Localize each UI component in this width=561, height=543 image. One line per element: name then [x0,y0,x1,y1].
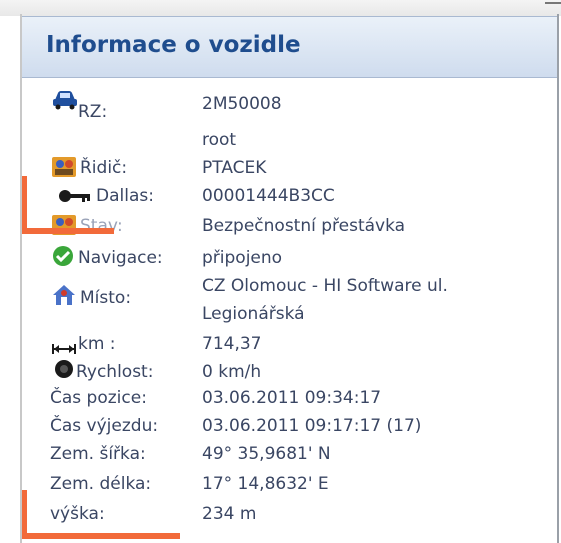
location-icon [52,284,76,310]
zem-sirka-label: Zem. šířka: [50,444,146,464]
top-strip [0,0,561,16]
rychlost-label: Rychlost: [76,362,154,382]
status-icon [52,215,76,239]
rychlost-value: 0 km/h [202,362,262,382]
panel-right-border [557,14,559,543]
window-edge [545,2,561,12]
cas-vyjezdu-label: Čas výjezdu: [50,416,159,436]
zem-sirka-value: 49° 35,9681' N [202,444,331,464]
annotation-mark-vertical-upper [22,176,27,232]
zem-delka-value: 17° 14,8632' E [202,474,329,494]
panel-header: Informace o vozidle [22,16,557,78]
misto-value-line1: CZ Olomouc - HI Software ul. [202,276,448,296]
user-value: root [202,130,237,150]
zem-delka-label: Zem. délka: [50,474,152,494]
navigace-value: připojeno [202,248,283,268]
misto-label: Místo: [80,288,132,308]
car-icon [52,90,78,114]
navigace-label: Navigace: [78,248,163,268]
ridic-value: PTACEK [202,158,267,178]
vyska-label: výška: [50,504,105,524]
distance-icon [52,339,76,358]
key-icon [58,188,92,207]
panel-left-border [20,14,22,543]
panel-title: Informace o vozidle [46,32,301,58]
cas-pozice-label: Čas pozice: [50,388,147,408]
check-icon [52,245,74,271]
ridic-label: Řidič: [80,158,128,178]
cas-pozice-value: 03.06.2011 09:34:17 [202,388,382,408]
km-label: km : [78,334,116,354]
annotation-mark-horizontal-upper [22,228,114,234]
annotation-mark-vertical-lower [22,490,27,538]
driver-icon [52,157,76,181]
rz-value: 2M50008 [202,94,282,114]
cas-vyjezdu-value: 03.06.2011 09:17:17 (17) [202,416,422,436]
misto-value-line2: Legionářská [202,304,305,324]
rz-label: RZ: [78,102,108,122]
dallas-label: Dallas: [96,186,154,206]
stav-value: Bezpečnostní přestávka [202,216,406,236]
vyska-value: 234 m [202,504,257,524]
annotation-mark-horizontal-lower [22,533,180,539]
km-value: 714,37 [202,334,262,354]
dallas-value: 00001444B3CC [202,186,335,206]
speedometer-icon [54,359,74,383]
